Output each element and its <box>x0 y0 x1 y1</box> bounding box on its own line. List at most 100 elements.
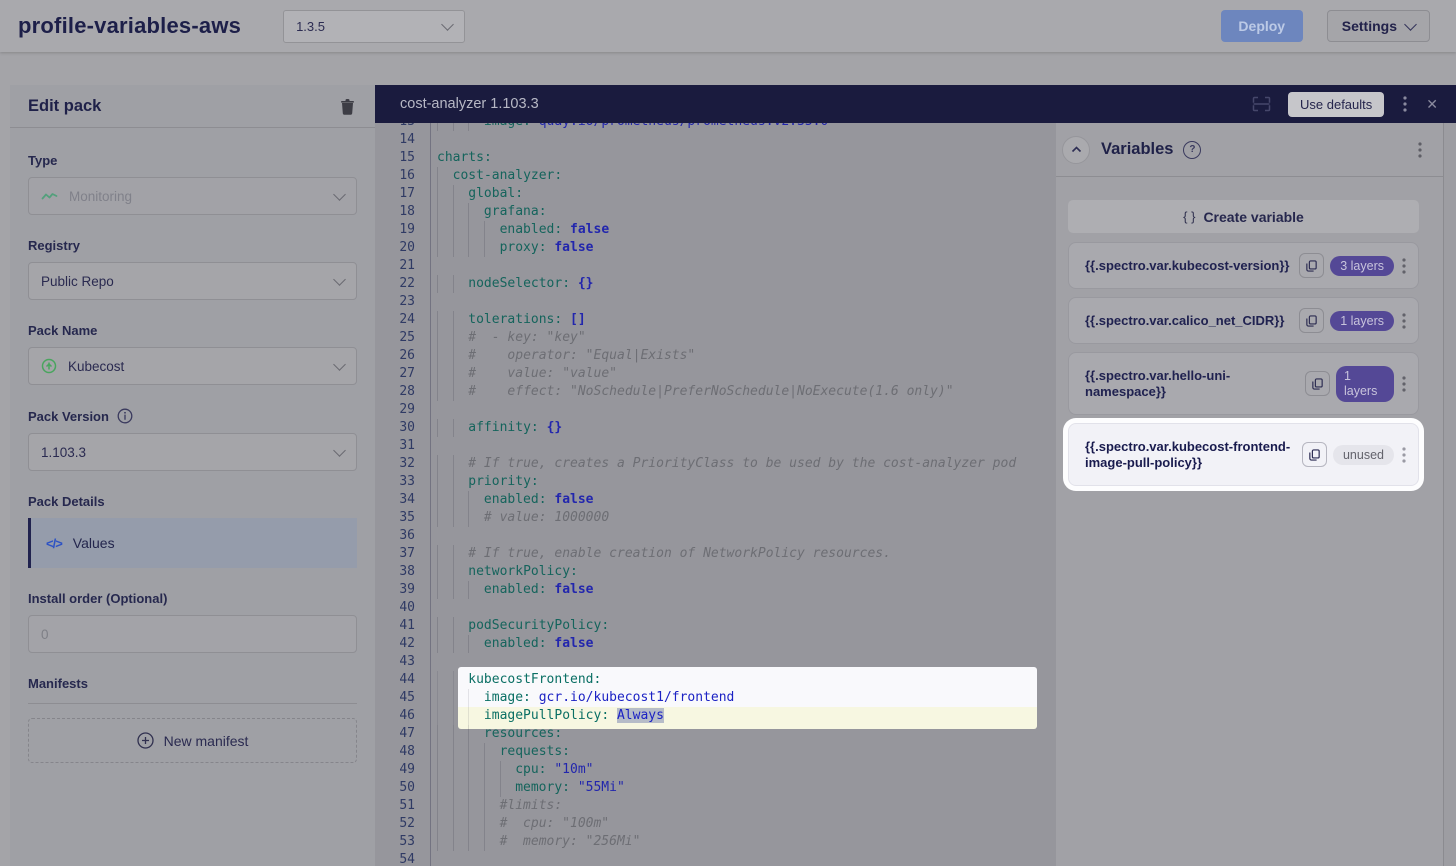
code-text: enabled: false <box>437 635 1056 653</box>
settings-button[interactable]: Settings <box>1327 10 1430 42</box>
code-line: 27# value: "value" <box>375 365 1056 383</box>
variables-kebab-menu-icon[interactable] <box>1416 140 1424 160</box>
pack-details-values-tab[interactable]: </> Values <box>28 518 357 568</box>
profile-version-value: 1.3.5 <box>296 19 325 34</box>
registry-select[interactable]: Public Repo <box>28 262 357 300</box>
code-line: 51#limits: <box>375 797 1056 815</box>
page-title: profile-variables-aws <box>18 13 241 39</box>
copy-variable-button[interactable] <box>1299 253 1324 278</box>
pack-details-label: Pack Details <box>28 494 357 509</box>
code-text: cpu: "10m" <box>437 761 1056 779</box>
code-text: tolerations: [] <box>437 311 1056 329</box>
code-editor-area[interactable]: 13image: quay.io/prometheus/prometheus:v… <box>375 123 1056 866</box>
new-manifest-button[interactable]: New manifest <box>28 718 357 763</box>
profile-version-select[interactable]: 1.3.5 <box>283 10 465 43</box>
line-number: 31 <box>375 437 415 455</box>
line-number: 43 <box>375 653 415 671</box>
pack-name-value: Kubecost <box>68 359 124 374</box>
variable-kebab-menu-icon[interactable] <box>1400 374 1408 394</box>
code-line: 32# If true, creates a PriorityClass to … <box>375 455 1056 473</box>
line-number: 28 <box>375 383 415 401</box>
code-lines: 13image: quay.io/prometheus/prometheus:v… <box>375 123 1056 866</box>
pack-name-select[interactable]: Kubecost <box>28 347 357 385</box>
collapse-panel-button[interactable] <box>1062 136 1090 164</box>
chevron-down-icon <box>333 273 346 286</box>
variable-kebab-menu-icon[interactable] <box>1400 256 1408 276</box>
code-text: enabled: false <box>437 491 1056 509</box>
registry-value: Public Repo <box>41 274 114 289</box>
line-number: 44 <box>375 671 415 689</box>
close-icon[interactable]: ✕ <box>1426 97 1438 111</box>
variable-card[interactable]: {{.spectro.var.kubecost-version}}3 layer… <box>1068 242 1419 289</box>
edit-pack-title: Edit pack <box>28 97 101 116</box>
pack-version-value: 1.103.3 <box>41 445 86 460</box>
edit-pack-panel: Edit pack Type Monitoring Registry Publi… <box>10 85 375 866</box>
line-number: 49 <box>375 761 415 779</box>
code-line: 54 <box>375 851 1056 866</box>
monitoring-icon <box>41 190 58 202</box>
variables-panel-body: { } Create variable {{.spectro.var.kubec… <box>1056 200 1444 486</box>
line-number: 16 <box>375 167 415 185</box>
usage-badge: 1 layers <box>1336 366 1394 402</box>
edit-pack-body: Type Monitoring Registry Public Repo Pac… <box>10 128 375 781</box>
line-number: 46 <box>375 707 415 725</box>
code-text: #limits: <box>437 797 1056 815</box>
code-line: 16 cost-analyzer: <box>375 167 1056 185</box>
chevron-down-icon <box>333 444 346 457</box>
line-number: 37 <box>375 545 415 563</box>
chevron-down-icon <box>333 188 346 201</box>
code-line: 52# cpu: "100m" <box>375 815 1056 833</box>
install-order-label: Install order (Optional) <box>28 591 357 606</box>
variable-name: {{.spectro.var.calico_net_CIDR}} <box>1085 313 1293 329</box>
code-line: 19enabled: false <box>375 221 1056 239</box>
code-line: 45image: gcr.io/kubecost1/frontend <box>375 689 1056 707</box>
code-line: 50memory: "55Mi" <box>375 779 1056 797</box>
info-icon <box>117 408 133 424</box>
install-order-input[interactable] <box>28 615 357 653</box>
code-line: 53# memory: "256Mi" <box>375 833 1056 851</box>
line-number: 25 <box>375 329 415 347</box>
code-text: # If true, enable creation of NetworkPol… <box>437 545 1056 563</box>
plus-circle-icon <box>137 732 154 749</box>
line-number: 17 <box>375 185 415 203</box>
page-scrollbar[interactable] <box>1443 123 1456 866</box>
code-text: # effect: "NoSchedule|PreferNoSchedule|N… <box>437 383 1056 401</box>
code-line: 40 <box>375 599 1056 617</box>
chevron-down-icon <box>1404 18 1417 31</box>
use-defaults-button[interactable]: Use defaults <box>1288 92 1384 117</box>
code-line: 35# value: 1000000 <box>375 509 1056 527</box>
code-line: 22nodeSelector: {} <box>375 275 1056 293</box>
variable-card[interactable]: {{.spectro.var.calico_net_CIDR}}1 layers <box>1068 297 1419 344</box>
line-number: 15 <box>375 149 415 167</box>
code-line: 18grafana: <box>375 203 1056 221</box>
split-view-icon[interactable] <box>1252 96 1271 112</box>
create-variable-button[interactable]: { } Create variable <box>1068 200 1419 233</box>
variable-kebab-menu-icon[interactable] <box>1400 445 1408 465</box>
editor-kebab-menu-icon[interactable] <box>1401 94 1409 114</box>
copy-variable-button[interactable] <box>1305 371 1330 396</box>
copy-variable-button[interactable] <box>1302 442 1327 467</box>
copy-variable-button[interactable] <box>1299 308 1324 333</box>
edit-pack-header: Edit pack <box>10 85 375 128</box>
code-text: cost-analyzer: <box>437 167 1056 185</box>
line-number: 14 <box>375 131 415 149</box>
line-number: 23 <box>375 293 415 311</box>
create-variable-label: Create variable <box>1203 209 1303 225</box>
line-number: 20 <box>375 239 415 257</box>
code-line: 31 <box>375 437 1056 455</box>
usage-badge: 3 layers <box>1330 256 1394 276</box>
kebab-dots-icon <box>1402 376 1406 392</box>
pack-name-label: Pack Name <box>28 323 357 338</box>
variable-card[interactable]: {{.spectro.var.hello-uni-namespace}}1 la… <box>1068 352 1419 415</box>
variable-kebab-menu-icon[interactable] <box>1400 311 1408 331</box>
app-screen: profile-variables-aws 1.3.5 Deploy Setti… <box>0 0 1456 866</box>
pack-version-select[interactable]: 1.103.3 <box>28 433 357 471</box>
type-select[interactable]: Monitoring <box>28 177 357 215</box>
delete-pack-button[interactable] <box>338 96 357 117</box>
code-text: memory: "55Mi" <box>437 779 1056 797</box>
help-icon[interactable]: ? <box>1183 141 1201 159</box>
code-line: 17global: <box>375 185 1056 203</box>
variable-card[interactable]: {{.spectro.var.kubecost-frontend-image-p… <box>1068 423 1419 486</box>
usage-badge: unused <box>1333 445 1394 465</box>
deploy-button[interactable]: Deploy <box>1221 10 1303 42</box>
